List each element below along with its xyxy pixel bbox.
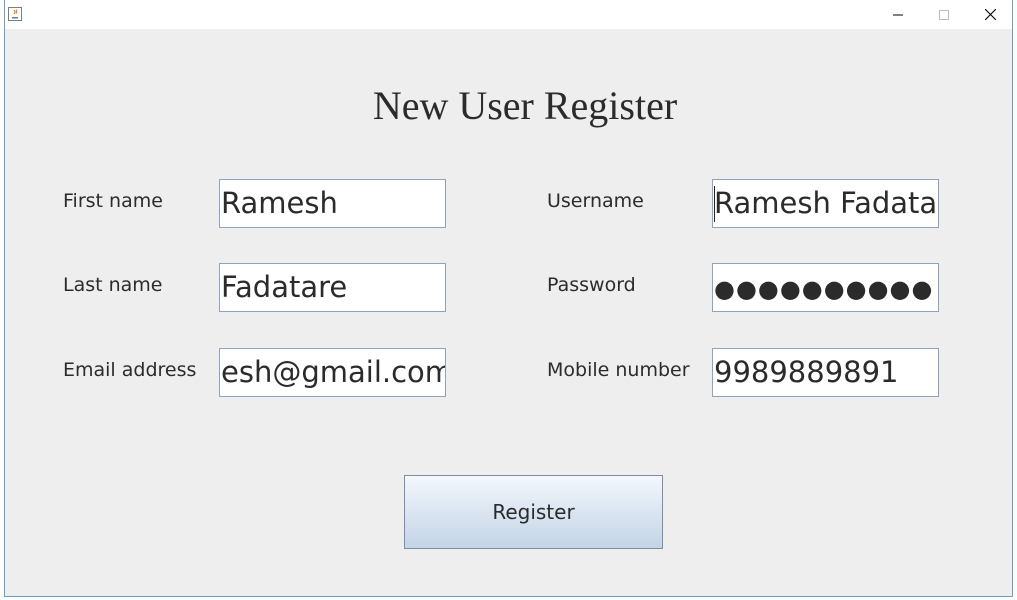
register-button[interactable]: Register <box>404 475 663 549</box>
first-name-field[interactable]: Ramesh <box>219 179 446 228</box>
last-name-field[interactable]: Fadatare <box>219 263 446 312</box>
java-app-icon <box>8 7 22 21</box>
password-label: Password <box>547 274 636 296</box>
close-icon <box>984 9 996 20</box>
page-title: New User Register <box>372 83 678 128</box>
username-label: Username <box>547 190 644 212</box>
email-value: esh@gmail.com <box>221 355 446 389</box>
title-bar[interactable] <box>5 0 1012 29</box>
maximize-button[interactable] <box>921 0 967 29</box>
first-name-value: Ramesh <box>221 186 338 220</box>
last-name-value: Fadatare <box>221 270 348 304</box>
password-field[interactable]: ●●●●●●●●●● <box>712 263 939 312</box>
text-caret <box>714 186 715 222</box>
mobile-field[interactable]: 9989889891 <box>712 348 939 397</box>
username-value: Ramesh Fadatar <box>714 186 939 220</box>
app-window: New User Register First name Ramesh Last… <box>4 0 1013 597</box>
minimize-icon <box>893 14 903 15</box>
minimize-button[interactable] <box>875 0 921 29</box>
last-name-label: Last name <box>63 274 163 296</box>
username-field[interactable]: Ramesh Fadatar <box>712 179 939 228</box>
maximize-icon <box>939 9 949 20</box>
email-label: Email address <box>63 359 197 381</box>
first-name-label: First name <box>63 190 163 212</box>
email-field[interactable]: esh@gmail.com <box>219 348 446 397</box>
mobile-label: Mobile number <box>547 359 690 381</box>
password-value: ●●●●●●●●●● <box>714 275 934 303</box>
close-button[interactable] <box>967 0 1013 29</box>
mobile-value: 9989889891 <box>714 355 899 389</box>
